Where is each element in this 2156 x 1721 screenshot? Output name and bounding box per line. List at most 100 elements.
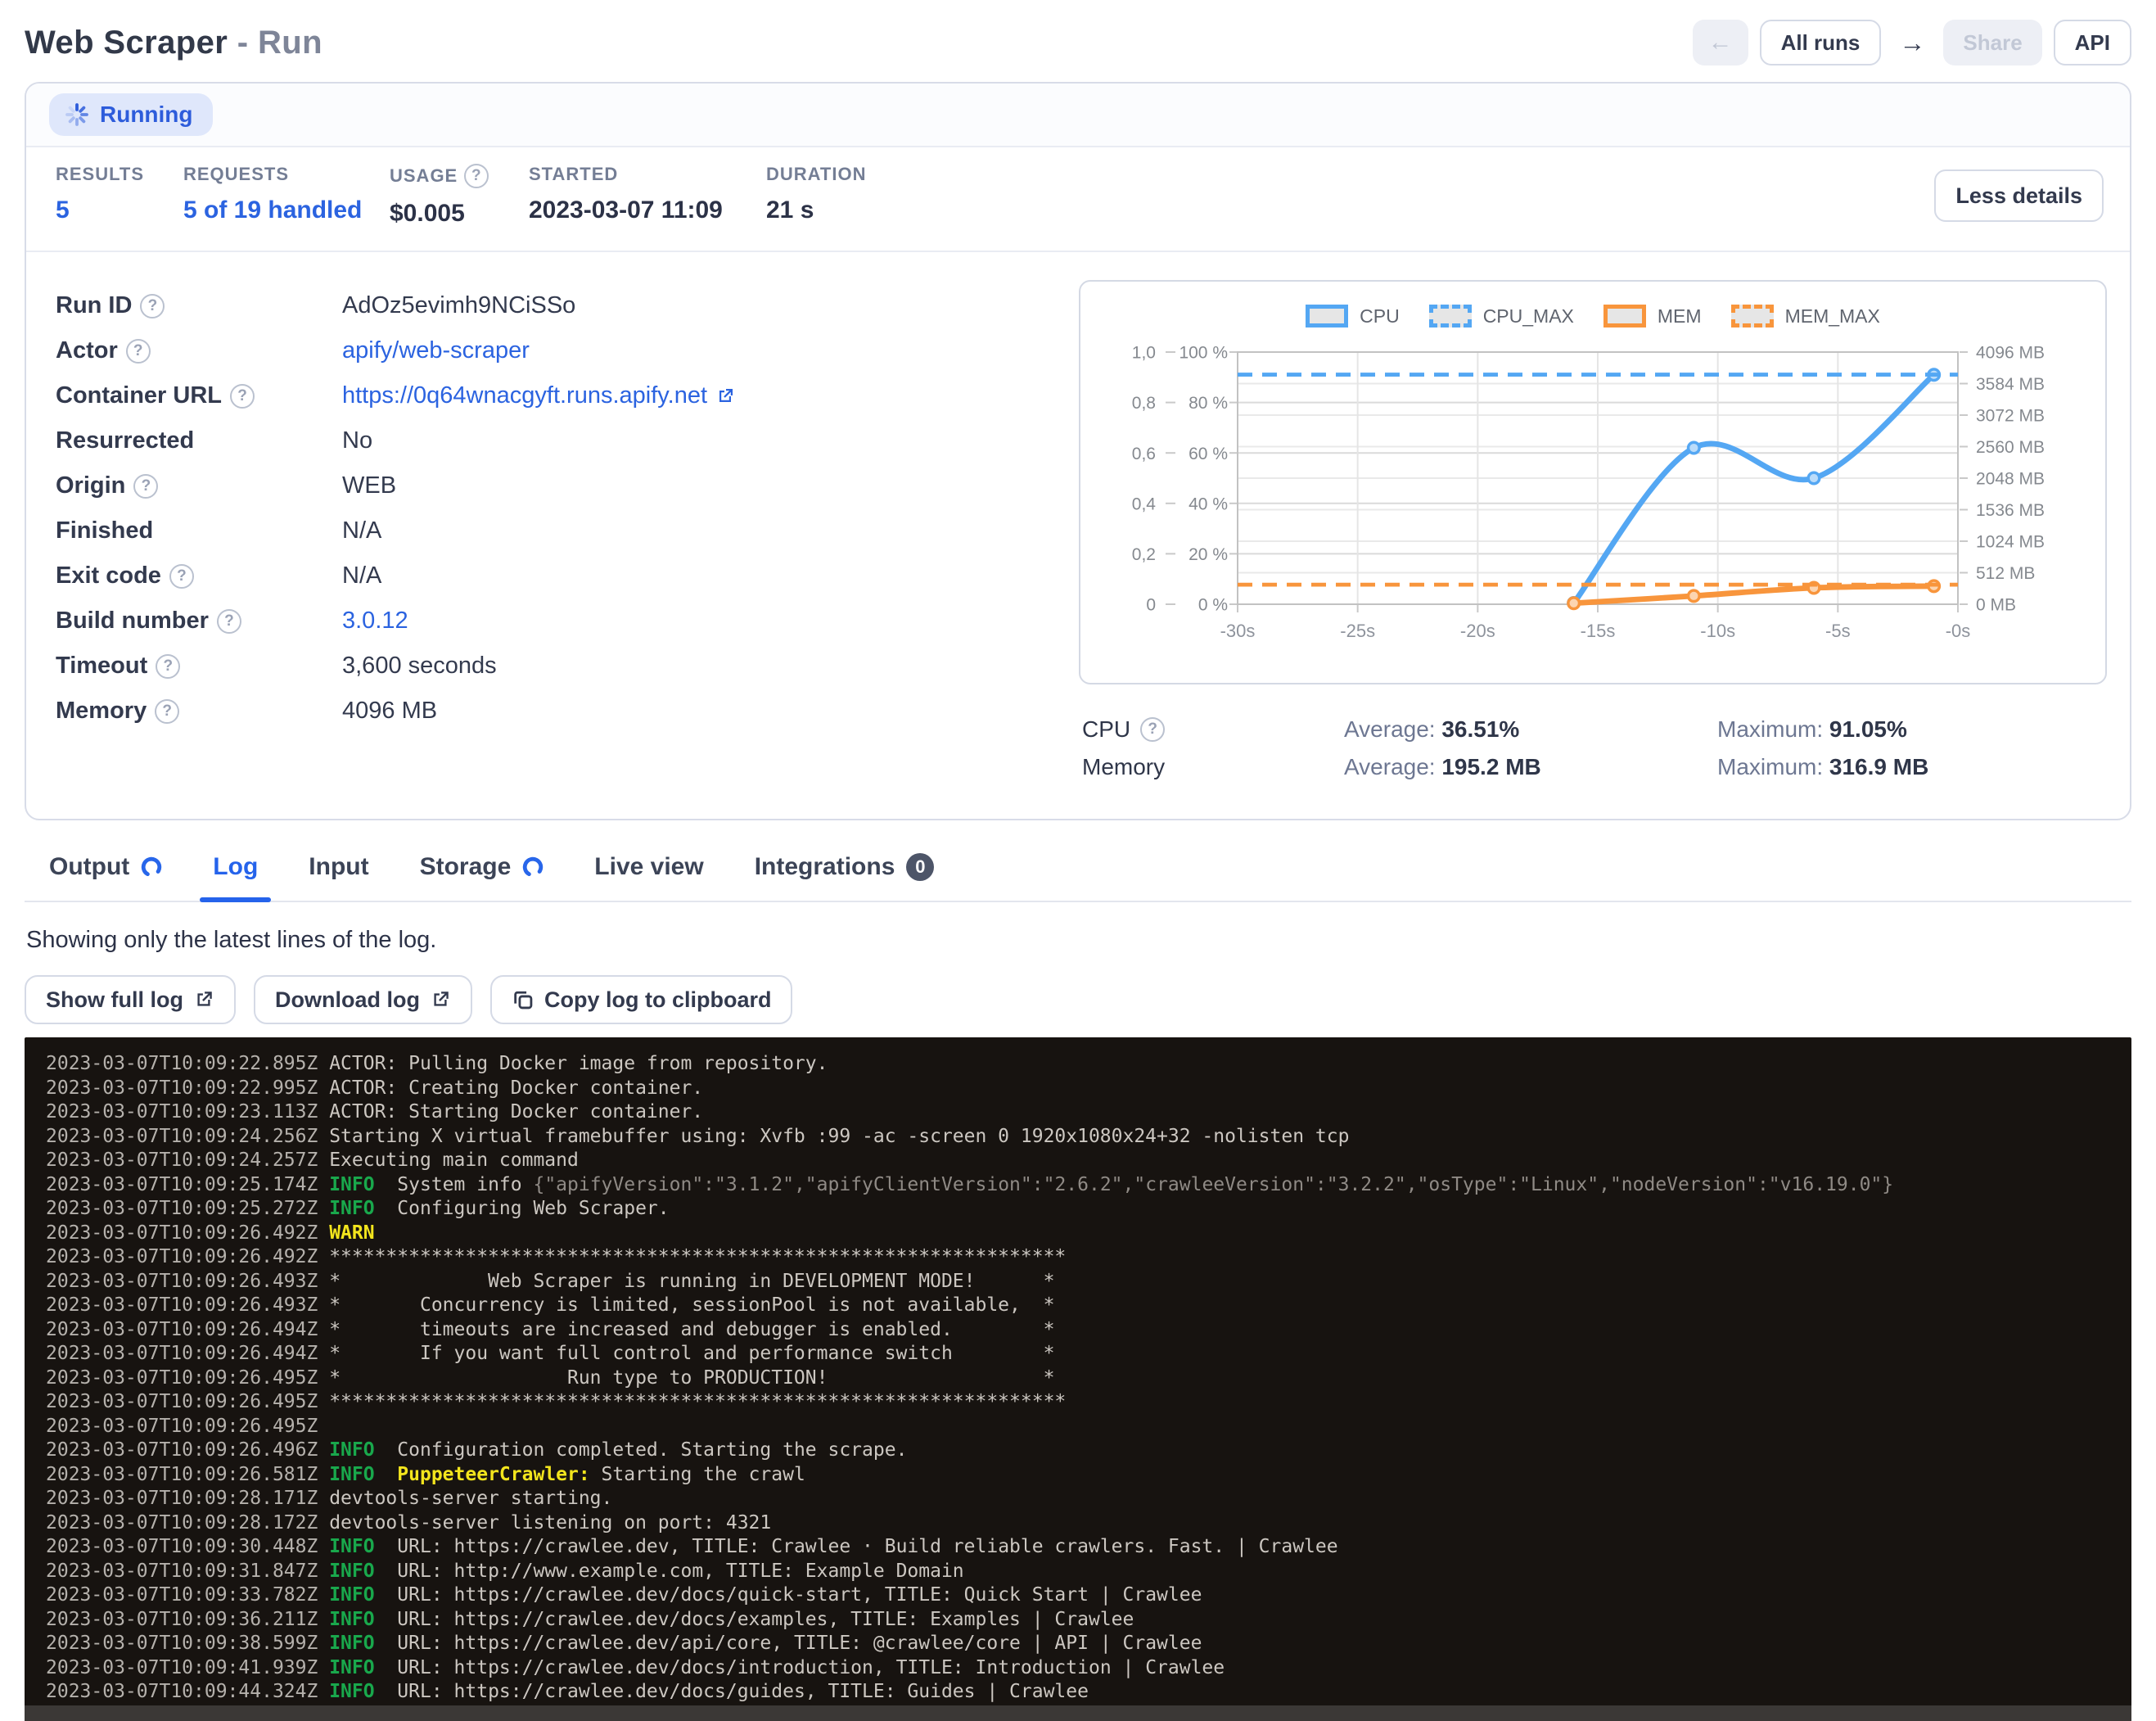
detail-label: Container URL? bbox=[56, 382, 342, 409]
log-console[interactable]: 2023-03-07T10:09:22.895Z ACTOR: Pulling … bbox=[25, 1037, 2131, 1721]
detail-link[interactable]: 3.0.12 bbox=[342, 608, 408, 635]
detail-value: N/A bbox=[342, 517, 381, 544]
legend-label: MEM_MAX bbox=[1785, 305, 1880, 327]
log-line: 2023-03-07T10:09:24.257Z Executing main … bbox=[46, 1149, 2131, 1173]
detail-row: ResurrectedNo bbox=[56, 418, 1079, 463]
actor-name: Web Scraper bbox=[25, 25, 228, 61]
svg-text:3072 MB: 3072 MB bbox=[1976, 407, 2045, 426]
legend-label: CPU_MAX bbox=[1483, 305, 1574, 327]
svg-text:0 %: 0 % bbox=[1198, 596, 1228, 615]
svg-text:-20s: -20s bbox=[1460, 621, 1495, 641]
help-icon[interactable]: ? bbox=[1140, 717, 1165, 742]
log-line: 2023-03-07T10:09:26.496Z INFO Configurat… bbox=[46, 1439, 2131, 1463]
tab-live-view[interactable]: Live view bbox=[591, 850, 706, 901]
help-icon[interactable]: ? bbox=[140, 294, 165, 318]
log-line: 2023-03-07T10:09:26.581Z INFO PuppeteerC… bbox=[46, 1463, 2131, 1488]
tab-label: Integrations bbox=[755, 853, 895, 881]
legend-label: CPU bbox=[1360, 305, 1400, 327]
maximum-label: Maximum: bbox=[1717, 716, 1823, 742]
log-scrollbar[interactable] bbox=[25, 1705, 2131, 1721]
next-run-button[interactable]: → bbox=[1892, 28, 1932, 58]
cpu-summary-row: CPU? Average: 36.51% Maximum: 91.05% bbox=[1082, 711, 2107, 748]
detail-value: apify/web-scraper bbox=[342, 337, 530, 364]
results-value[interactable]: 5 bbox=[56, 196, 183, 224]
less-details-button[interactable]: Less details bbox=[1934, 169, 2104, 222]
help-icon[interactable]: ? bbox=[155, 699, 179, 724]
svg-text:3584 MB: 3584 MB bbox=[1976, 375, 2045, 394]
log-line: 2023-03-07T10:09:25.174Z INFO System inf… bbox=[46, 1173, 2131, 1198]
all-runs-button[interactable]: All runs bbox=[1760, 20, 1882, 65]
show-full-log-button[interactable]: Show full log bbox=[25, 975, 236, 1024]
log-line: 2023-03-07T10:09:22.995Z ACTOR: Creating… bbox=[46, 1077, 2131, 1101]
tab-output[interactable]: Output bbox=[46, 850, 165, 901]
memory-maximum-value: 316.9 MB bbox=[1829, 754, 1928, 779]
detail-row: Container URL?https://0q64wnacgyft.runs.… bbox=[56, 373, 1079, 418]
status-label: Running bbox=[100, 102, 193, 128]
external-link-icon bbox=[430, 989, 451, 1010]
help-icon[interactable]: ? bbox=[169, 564, 194, 589]
detail-link[interactable]: apify/web-scraper bbox=[342, 337, 530, 364]
stat-duration: DURATION 21 s bbox=[766, 164, 866, 224]
legend-label: MEM bbox=[1658, 305, 1702, 327]
run-card: Running RESULTS 5 REQUESTS 5 of 19 handl… bbox=[25, 82, 2131, 820]
detail-label: Build number? bbox=[56, 608, 342, 635]
legend-item-cpu[interactable]: CPU bbox=[1306, 305, 1400, 327]
copy-log-button[interactable]: Copy log to clipboard bbox=[490, 975, 793, 1024]
requests-value[interactable]: 5 of 19 handled bbox=[183, 196, 390, 224]
log-line: 2023-03-07T10:09:33.782Z INFO URL: https… bbox=[46, 1583, 2131, 1608]
svg-text:0 MB: 0 MB bbox=[1976, 596, 2016, 615]
download-log-button[interactable]: Download log bbox=[254, 975, 472, 1024]
previous-run-button[interactable]: ← bbox=[1693, 20, 1748, 65]
legend-item-cpu_max[interactable]: CPU_MAX bbox=[1429, 305, 1574, 327]
copy-icon bbox=[512, 988, 534, 1011]
spinner-icon bbox=[65, 103, 88, 126]
help-icon[interactable]: ? bbox=[464, 164, 489, 188]
detail-row: Run ID?AdOz5evimh9NCiSSo bbox=[56, 283, 1079, 328]
tab-log[interactable]: Log bbox=[210, 850, 261, 901]
tab-storage[interactable]: Storage bbox=[417, 850, 548, 901]
header-actions: ← All runs → Share API bbox=[1693, 20, 2131, 65]
cpu-memory-chart: 0 MB512 MB1024 MB1536 MB2048 MB2560 MB30… bbox=[1100, 339, 2082, 666]
tab-input[interactable]: Input bbox=[305, 850, 372, 901]
help-icon[interactable]: ? bbox=[230, 384, 255, 409]
svg-text:20 %: 20 % bbox=[1189, 545, 1228, 564]
log-line: 2023-03-07T10:09:26.495Z bbox=[46, 1415, 2131, 1439]
log-line: 2023-03-07T10:09:26.495Z ***************… bbox=[46, 1390, 2131, 1415]
tab-label: Live view bbox=[594, 853, 703, 881]
detail-value: WEB bbox=[342, 472, 396, 499]
detail-value: N/A bbox=[342, 562, 381, 589]
log-line: 2023-03-07T10:09:23.113Z ACTOR: Starting… bbox=[46, 1100, 2131, 1125]
detail-value: No bbox=[342, 427, 372, 454]
log-line: 2023-03-07T10:09:26.495Z * Run type to P… bbox=[46, 1366, 2131, 1391]
help-icon[interactable]: ? bbox=[133, 474, 158, 499]
tab-integrations[interactable]: Integrations0 bbox=[751, 850, 938, 901]
memory-label: Memory bbox=[1082, 754, 1165, 780]
log-line: 2023-03-07T10:09:26.492Z ***************… bbox=[46, 1245, 2131, 1270]
log-line: 2023-03-07T10:09:28.171Z devtools-server… bbox=[46, 1487, 2131, 1511]
svg-text:1024 MB: 1024 MB bbox=[1976, 533, 2045, 552]
log-line: 2023-03-07T10:09:36.211Z INFO URL: https… bbox=[46, 1608, 2131, 1633]
svg-text:40 %: 40 % bbox=[1189, 495, 1228, 513]
svg-text:0,4: 0,4 bbox=[1132, 495, 1157, 513]
log-line: 2023-03-07T10:09:41.939Z INFO URL: https… bbox=[46, 1656, 2131, 1681]
started-value: 2023-03-07 11:09 bbox=[529, 196, 766, 224]
detail-link[interactable]: https://0q64wnacgyft.runs.apify.net bbox=[342, 382, 707, 409]
api-button[interactable]: API bbox=[2054, 20, 2131, 65]
share-button[interactable]: Share bbox=[1943, 20, 2041, 65]
svg-text:2560 MB: 2560 MB bbox=[1976, 438, 2045, 457]
external-link-icon bbox=[715, 386, 735, 406]
svg-text:4096 MB: 4096 MB bbox=[1976, 344, 2045, 363]
tab-label: Input bbox=[309, 853, 368, 881]
legend-item-mem_max[interactable]: MEM_MAX bbox=[1731, 305, 1880, 327]
help-icon[interactable]: ? bbox=[217, 609, 241, 634]
started-label: STARTED bbox=[529, 164, 618, 185]
requests-label: REQUESTS bbox=[183, 164, 289, 185]
log-line: 2023-03-07T10:09:26.493Z * Concurrency i… bbox=[46, 1294, 2131, 1318]
detail-value: 4096 MB bbox=[342, 698, 437, 725]
help-icon[interactable]: ? bbox=[156, 654, 180, 679]
legend-item-mem[interactable]: MEM bbox=[1603, 305, 1702, 327]
average-label: Average: bbox=[1344, 754, 1436, 779]
help-icon[interactable]: ? bbox=[126, 339, 151, 364]
usage-value: $0.005 bbox=[390, 200, 529, 228]
memory-summary-row: Memory Average: 195.2 MB Maximum: 316.9 … bbox=[1082, 748, 2107, 786]
